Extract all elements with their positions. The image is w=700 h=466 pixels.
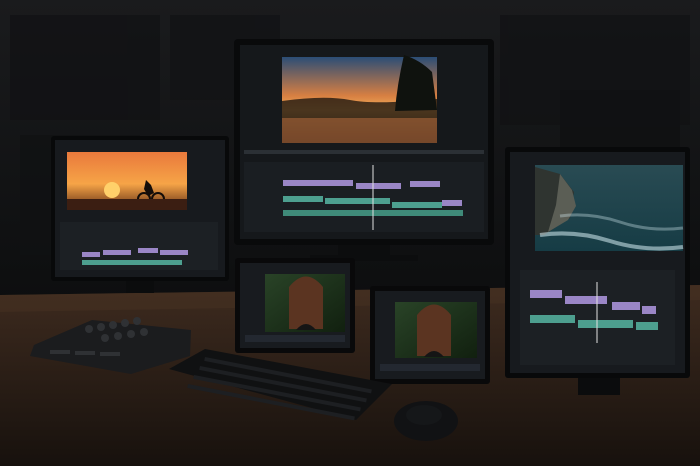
left-tablet-display bbox=[235, 258, 355, 353]
studio-scene bbox=[0, 0, 700, 466]
right-tablet-display bbox=[370, 286, 490, 384]
studio-photo bbox=[0, 0, 700, 466]
center-monitor bbox=[234, 39, 494, 261]
right-monitor bbox=[505, 147, 690, 395]
left-monitor bbox=[51, 136, 229, 293]
